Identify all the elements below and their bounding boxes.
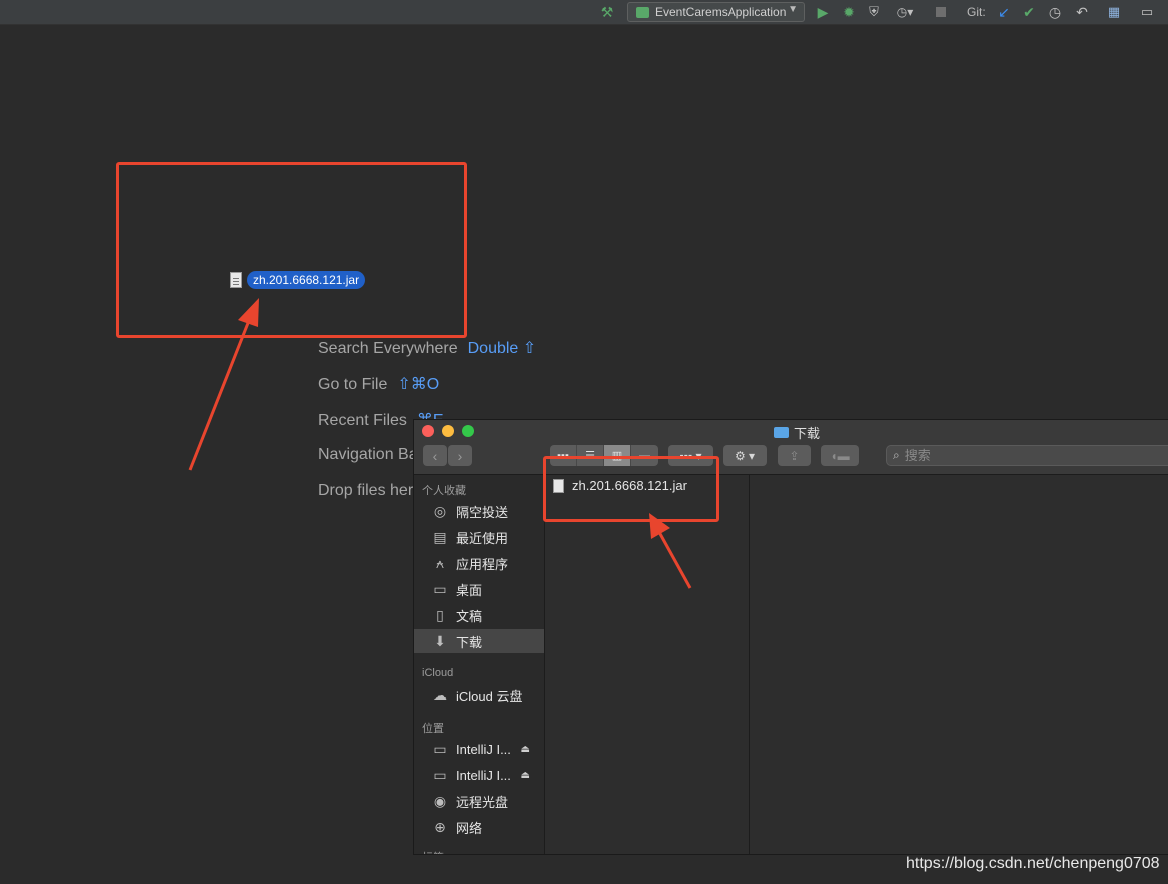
sidebar-item-downloads[interactable]: ⬇ 下载 (414, 629, 544, 653)
sidebar-item-label: 桌面 (456, 582, 483, 598)
sidebar-item-label: 文稿 (456, 608, 483, 624)
hint-label: Go to File (318, 376, 388, 393)
sidebar-item-network[interactable]: ⊕ 网络 (414, 815, 544, 839)
project-structure-icon[interactable]: ▦ (1106, 3, 1122, 21)
sidebar-item-disk-2[interactable]: ▭ IntelliJ I... ⏏ (414, 763, 544, 787)
downloads-folder-icon (774, 427, 789, 438)
window-title-text: 下载 (794, 426, 821, 441)
back-button[interactable]: ‹ (423, 445, 447, 466)
sidebar-item-remote-disc[interactable]: ◉ 远程光盘 (414, 789, 544, 813)
annotation-box-drop-target (116, 162, 467, 338)
git-update-icon[interactable]: ↙ (997, 3, 1011, 21)
finder-window: 下载 ‹ › ▪▪▪ ☰ ▥ ▬ ▪▪▪ ▾ ⚙ ▾ ⇪ ◖▬ ⌕ 个人收藏 ◎… (413, 419, 1168, 855)
window-title: 下载 (774, 423, 820, 442)
spring-icon (636, 6, 649, 18)
hint-label: Search Everywhere (318, 340, 458, 357)
sidebar-item-label: IntelliJ I... (456, 741, 511, 757)
forward-button[interactable]: › (448, 445, 472, 466)
coverage-icon[interactable]: ⛨ (866, 3, 882, 21)
run-configuration-select[interactable]: EventCaremsApplication ▼ (627, 2, 805, 22)
run-config-label: EventCaremsApplication (655, 5, 787, 19)
tags-button[interactable]: ◖▬ (821, 445, 859, 466)
sidebar-item-recents[interactable]: ▤ 最近使用 (414, 525, 544, 549)
sidebar-item-label: 最近使用 (456, 530, 509, 546)
sidebar-item-label: 远程光盘 (456, 794, 509, 810)
applications-icon: ⍲ (435, 554, 445, 571)
sidebar-item-label: 下载 (456, 634, 483, 650)
hammer-icon[interactable]: ⚒ (598, 3, 616, 21)
sidebar-item-label: 网络 (456, 820, 483, 836)
tags-section-title: 标签 (422, 849, 444, 854)
file-column: zh.201.6668.121.jar (545, 475, 750, 854)
terminal-icon[interactable]: ▭ (1139, 3, 1155, 21)
hint-label: Recent Files (318, 412, 407, 429)
run-icon[interactable]: ▶ (816, 3, 830, 21)
action-gear-button[interactable]: ⚙ ▾ (723, 445, 767, 466)
airdrop-icon: ◎ (433, 502, 447, 519)
recents-icon: ▤ (433, 528, 447, 545)
hint-go-to-file: Go to File ⇧⌘O (318, 374, 439, 394)
downloads-icon: ⬇ (434, 632, 446, 649)
profile-icon[interactable]: ◷▾ (892, 3, 918, 21)
zoom-button[interactable] (462, 425, 474, 437)
debug-icon[interactable]: ✹ (841, 3, 857, 21)
hint-search-everywhere: Search Everywhere Double ⇧ (318, 338, 536, 358)
favorites-section-title: 个人收藏 (422, 485, 466, 497)
arrow-line (188, 317, 252, 471)
hint-shortcut: ⇧⌘O (397, 376, 440, 393)
documents-icon: ▯ (436, 606, 444, 623)
sidebar-item-applications[interactable]: ⍲ 应用程序 (414, 551, 544, 575)
sidebar-item-label: iCloud 云盘 (456, 688, 523, 704)
desktop-icon: ▭ (433, 580, 447, 597)
git-label: Git: (967, 5, 986, 19)
cloud-icon: ☁ (433, 686, 447, 703)
hint-navigation-bar: Navigation Bar (318, 446, 423, 464)
sidebar-item-label: 隔空投送 (456, 504, 509, 520)
network-icon: ⊕ (434, 818, 446, 835)
eject-icon[interactable]: ⏏ (521, 770, 530, 781)
sidebar-item-icloud-drive[interactable]: ☁ iCloud 云盘 (414, 683, 544, 707)
sidebar-item-airdrop[interactable]: ◎ 隔空投送 (414, 499, 544, 523)
chevron-down-icon: ▼ (788, 4, 798, 15)
sidebar-item-desktop[interactable]: ▭ 桌面 (414, 577, 544, 601)
git-rollback-icon[interactable]: ↶ (1074, 3, 1090, 21)
disc-icon: ◉ (433, 792, 447, 809)
stop-icon[interactable] (935, 3, 947, 21)
sidebar-item-label: IntelliJ I... (456, 767, 511, 783)
annotation-box-source-file (543, 456, 719, 522)
close-button[interactable] (422, 425, 434, 437)
git-history-icon[interactable]: ◷ (1047, 3, 1063, 21)
sidebar-item-documents[interactable]: ▯ 文稿 (414, 603, 544, 627)
share-button[interactable]: ⇪ (778, 445, 811, 466)
hint-shortcut: Double ⇧ (467, 340, 537, 357)
minimize-button[interactable] (442, 425, 454, 437)
sidebar-item-label: 应用程序 (456, 556, 509, 572)
disk-icon: ▭ (433, 766, 447, 783)
ide-toolbar: ⚒ EventCaremsApplication ▼ ▶ ✹ ⛨ ◷▾ Git:… (0, 0, 1168, 25)
finder-sidebar: 个人收藏 ◎ 隔空投送 ▤ 最近使用 ⍲ 应用程序 ▭ 桌面 ▯ 文稿 ⬇ 下载 iClou… (414, 475, 545, 854)
watermark: https://blog.csdn.net/chenpeng0708 (906, 855, 1160, 872)
search-input[interactable] (904, 448, 1155, 463)
git-commit-icon[interactable]: ✔ (1022, 3, 1036, 21)
locations-section-title: 位置 (422, 723, 444, 735)
icloud-section-title: iCloud (422, 667, 454, 679)
search-icon: ⌕ (893, 448, 900, 462)
finder-titlebar: 下载 ‹ › ▪▪▪ ☰ ▥ ▬ ▪▪▪ ▾ ⚙ ▾ ⇪ ◖▬ ⌕ (414, 420, 1168, 475)
disk-icon: ▭ (433, 740, 447, 757)
eject-icon[interactable]: ⏏ (521, 744, 530, 755)
sidebar-item-disk-1[interactable]: ▭ IntelliJ I... ⏏ (414, 737, 544, 761)
hint-label: Navigation Bar (318, 446, 423, 463)
search-field[interactable]: ⌕ (886, 445, 1168, 466)
